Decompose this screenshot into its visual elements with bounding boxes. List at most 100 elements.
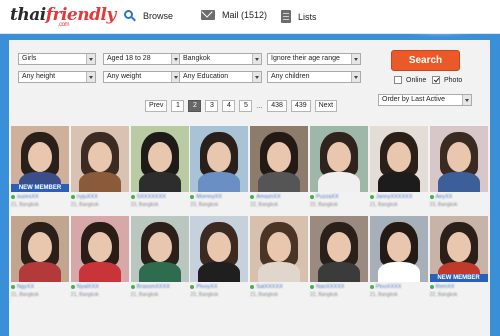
profile-info: 21, Bangkok: [369, 292, 398, 298]
profile-photo[interactable]: [70, 126, 129, 192]
profile-photo[interactable]: [70, 216, 129, 282]
profile-photo[interactable]: [130, 216, 189, 282]
profile-card[interactable]: NEW MEMBER suzexXX 21, Bangkok: [11, 126, 69, 210]
profile-username: NanXXXXX: [316, 284, 345, 290]
profile-username-link[interactable]: JannyXXXXXX: [369, 194, 428, 200]
profile-photo[interactable]: [310, 126, 368, 192]
profile-photo[interactable]: [190, 216, 249, 282]
page-button[interactable]: 438: [267, 100, 287, 112]
profile-username: SatXXXXX: [256, 284, 283, 290]
profile-username-link[interactable]: NgyXX: [11, 284, 69, 290]
profile-photo[interactable]: [11, 216, 69, 282]
profile-card[interactable]: SatXXXXX 21, Bangkok: [250, 216, 309, 300]
order-select[interactable]: Order by Last Active: [378, 94, 472, 106]
profile-username: nyjuXXX: [76, 194, 98, 200]
nav-browse[interactable]: Browse: [124, 10, 173, 22]
profile-username-link[interactable]: NanXXXXX: [310, 284, 368, 290]
online-status-icon: [429, 285, 434, 289]
photo-checkbox[interactable]: [432, 76, 440, 84]
nav-browse-label: Browse: [143, 11, 174, 21]
profile-photo[interactable]: [190, 126, 249, 192]
profile-info: 22, Bangkok: [310, 202, 338, 208]
profile-card[interactable]: PlooXXXX 21, Bangkok: [369, 216, 428, 300]
pagination-ellipsis: ...: [256, 102, 263, 110]
logo-text-accent: friendly: [45, 5, 117, 25]
page-button[interactable]: 4: [222, 100, 236, 112]
profile-info: 23, Bangkok: [190, 292, 219, 298]
profile-card[interactable]: AeyXX 23, Bangkok: [429, 126, 488, 210]
nav-mail-label: Mail (1512): [222, 10, 268, 20]
education-select[interactable]: Any Education: [179, 71, 262, 83]
profile-card[interactable]: NEW MEMBER RemXX 22, Bangkok: [429, 216, 488, 300]
site-logo[interactable]: thaifriendly .com: [10, 5, 117, 28]
online-status-icon: [11, 285, 15, 289]
weight-select-value: Any weight: [107, 73, 142, 80]
page-button[interactable]: 439: [290, 100, 311, 112]
page-button-current[interactable]: 2: [188, 100, 202, 112]
page-button[interactable]: 1: [171, 100, 185, 112]
height-select[interactable]: Any height: [18, 71, 96, 83]
profile-card[interactable]: NgyXX 21, Bangkok: [11, 216, 69, 300]
next-page-button[interactable]: Next: [314, 100, 338, 112]
page-button[interactable]: 3: [205, 100, 219, 112]
online-status-icon: [369, 285, 374, 289]
lists-icon: [281, 10, 291, 23]
children-select[interactable]: Any children: [267, 71, 361, 83]
profile-card[interactable]: PlooyXX 23, Bangkok: [190, 216, 249, 300]
search-button[interactable]: Search: [391, 50, 460, 71]
weight-select[interactable]: Any weight: [103, 71, 181, 83]
profile-card[interactable]: NanXXXXX 22, Bangkok: [310, 216, 368, 300]
profile-card[interactable]: nyjuXXX 21, Bangkok: [70, 126, 129, 210]
profile-photo[interactable]: [369, 216, 428, 282]
profile-username-link[interactable]: suzexXX: [11, 194, 69, 200]
profile-username-link[interactable]: MornnyXX: [190, 194, 248, 200]
age-range-pref-select[interactable]: Ignore their age range: [267, 53, 361, 65]
online-status-icon: [190, 285, 195, 289]
online-status-icon: [310, 285, 314, 289]
profile-info: 21, Bangkok: [11, 292, 39, 298]
prev-page-button[interactable]: Prev: [145, 100, 168, 112]
profile-username-link[interactable]: BrassmXXXX: [130, 284, 189, 290]
profile-info: 22, Bangkok: [429, 292, 458, 298]
age-select[interactable]: Aged 18 to 28: [103, 53, 181, 65]
profile-username-link[interactable]: PlooXXXX: [369, 284, 428, 290]
profile-photo[interactable]: NEW MEMBER: [429, 216, 488, 282]
new-member-badge: NEW MEMBER: [11, 184, 69, 192]
profile-username: RemXX: [435, 284, 455, 290]
profile-photo[interactable]: [250, 126, 309, 192]
profile-username-link[interactable]: PlooyXX: [190, 284, 248, 290]
profile-username-link[interactable]: NyalXXX: [70, 284, 129, 290]
profile-photo[interactable]: [250, 216, 309, 282]
online-status-icon: [130, 195, 135, 199]
profile-photo[interactable]: NEW MEMBER: [11, 126, 69, 192]
online-filter[interactable]: Online: [394, 76, 426, 84]
profile-card[interactable]: JannyXXXXXX 21, Bangkok: [369, 126, 428, 210]
profile-card[interactable]: SXXXXXXX 23, Bangkok: [130, 126, 189, 210]
page-button[interactable]: 5: [239, 100, 253, 112]
profile-info: 23, Bangkok: [429, 202, 458, 208]
profile-photo[interactable]: [130, 126, 189, 192]
nav-lists[interactable]: Lists: [281, 10, 317, 23]
online-checkbox[interactable]: [394, 76, 402, 84]
profile-username-link[interactable]: SatXXXXX: [250, 284, 308, 290]
location-select[interactable]: Bangkok: [179, 53, 262, 65]
chevron-down-icon: [462, 95, 471, 105]
photo-filter[interactable]: Photo: [432, 76, 462, 84]
profile-username-link[interactable]: RemXX: [429, 284, 488, 290]
gender-select[interactable]: Girls: [18, 53, 96, 65]
profile-photo[interactable]: [310, 216, 368, 282]
profile-photo[interactable]: [369, 126, 428, 192]
profile-username-link[interactable]: nyjuXXX: [70, 194, 129, 200]
profile-card[interactable]: MornnyXX 23, Bangkok: [190, 126, 249, 210]
profile-card[interactable]: AmaznXX 22, Bangkok: [250, 126, 309, 210]
profile-photo[interactable]: [429, 126, 488, 192]
profile-username-link[interactable]: PuzzaXX: [310, 194, 368, 200]
profile-card[interactable]: PuzzaXX 22, Bangkok: [310, 126, 368, 210]
profile-card[interactable]: NyalXXX 21, Bangkok: [70, 216, 129, 300]
profile-card[interactable]: BrassmXXXX 21, Bangkok: [130, 216, 189, 300]
profile-username-link[interactable]: AeyXX: [429, 194, 488, 200]
profile-username-link[interactable]: AmaznXX: [250, 194, 308, 200]
profile-username-link[interactable]: SXXXXXXX: [130, 194, 189, 200]
nav-mail[interactable]: Mail (1512): [201, 10, 267, 20]
profile-username: AeyXX: [435, 194, 453, 200]
